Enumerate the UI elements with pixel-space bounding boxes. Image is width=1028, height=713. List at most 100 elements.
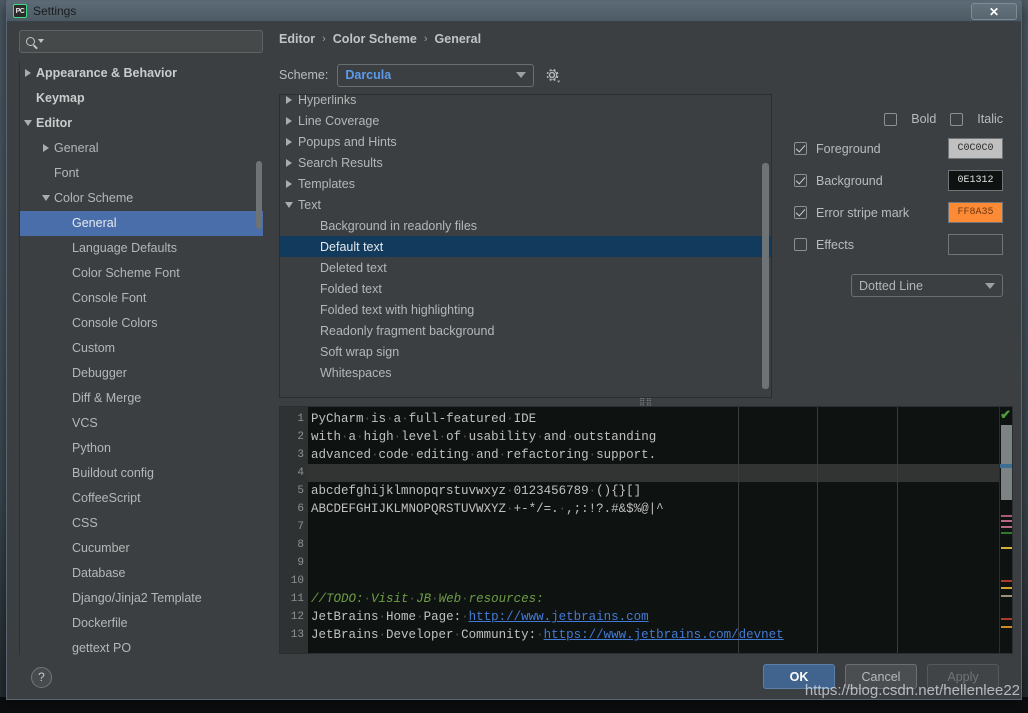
apply-button[interactable]: Apply — [927, 664, 999, 689]
attribute-item-soft-wrap-sign[interactable]: Soft wrap sign — [280, 341, 771, 362]
sidebar-item-gettext-po[interactable]: gettext PO — [20, 636, 263, 655]
sidebar-item-diff-merge[interactable]: Diff & Merge — [20, 386, 263, 411]
chevron-down-icon[interactable] — [280, 201, 298, 208]
whitespace-marker: · — [363, 592, 372, 606]
sidebar-item-editor[interactable]: Editor — [20, 111, 263, 136]
sidebar-item-general[interactable]: General — [20, 210, 263, 236]
sidebar-item-color-scheme[interactable]: Color Scheme — [20, 186, 263, 211]
attribute-item-background-in-readonly-files[interactable]: Background in readonly files — [280, 215, 771, 236]
attribute-item-label: Templates — [298, 176, 355, 191]
attribute-item-text[interactable]: Text — [280, 194, 771, 215]
code-hyperlink[interactable]: http://www.jetbrains.com — [469, 610, 649, 624]
sidebar-item-color-scheme-font[interactable]: Color Scheme Font — [20, 261, 263, 286]
chevron-right-icon[interactable] — [20, 69, 36, 78]
sidebar-item-console-colors[interactable]: Console Colors — [20, 311, 263, 336]
sidebar-item-cucumber[interactable]: Cucumber — [20, 536, 263, 561]
sidebar-item-dockerfile[interactable]: Dockerfile — [20, 611, 263, 636]
code-hyperlink[interactable]: https://www.jetbrains.com/devnet — [544, 628, 784, 642]
effects-checkbox[interactable] — [794, 238, 807, 251]
editor-scrollbar-thumb[interactable] — [1001, 425, 1012, 500]
sidebar-item-language-defaults[interactable]: Language Defaults — [20, 236, 263, 261]
attribute-item-templates[interactable]: Templates — [280, 173, 771, 194]
attributes-scrollbar-thumb[interactable] — [762, 163, 769, 389]
chevron-right-icon[interactable] — [280, 137, 298, 146]
breadcrumb-part-2[interactable]: General — [435, 32, 482, 46]
chevron-right-icon[interactable] — [280, 95, 298, 104]
scheme-select[interactable]: Darcula — [337, 63, 535, 87]
line-number: 2 — [297, 431, 304, 443]
bold-checkbox[interactable] — [884, 112, 898, 126]
breadcrumb-separator: › — [423, 33, 428, 45]
chevron-down-icon[interactable] — [38, 195, 54, 202]
sidebar-item-coffeescript[interactable]: CoffeeScript — [20, 486, 263, 511]
error-stripe-checkbox[interactable] — [794, 206, 807, 219]
sidebar-item-font[interactable]: Font — [20, 161, 263, 186]
effect-type-value: Dotted Line — [859, 278, 923, 293]
sidebar-item-database[interactable]: Database — [20, 561, 263, 586]
chevron-right-icon[interactable] — [280, 158, 298, 167]
error-stripe-marker[interactable] — [1001, 587, 1012, 589]
chevron-right-icon[interactable] — [280, 179, 298, 188]
sidebar-item-custom[interactable]: Custom — [20, 336, 263, 361]
sidebar-scrollbar-thumb[interactable] — [256, 160, 262, 229]
close-icon[interactable]: ✕ — [971, 3, 1017, 20]
error-stripe-marker[interactable] — [1001, 547, 1012, 549]
foreground-checkbox[interactable] — [794, 142, 807, 155]
color-attributes-tree[interactable]: Hyperlinks Line Coverage Popups and Hints S… — [279, 94, 772, 398]
background-checkbox[interactable] — [794, 174, 807, 187]
sidebar-item-buildout-config[interactable]: Buildout config — [20, 461, 263, 486]
chevron-down-icon[interactable] — [20, 120, 36, 127]
error-stripe-marker[interactable] — [1001, 618, 1012, 620]
help-button[interactable]: ? — [31, 666, 52, 688]
attribute-item-readonly-fragment-background[interactable]: Readonly fragment background — [280, 320, 771, 341]
preview-splitter[interactable]: ⣿⣿ — [279, 398, 1013, 406]
error-stripe-marker[interactable] — [1001, 532, 1012, 534]
attribute-item-folded-text[interactable]: Folded text — [280, 278, 771, 299]
error-stripe-marker[interactable] — [1001, 515, 1012, 517]
attribute-item-default-text[interactable]: Default text — [280, 236, 771, 257]
foreground-color-swatch[interactable]: C0C0C0 — [948, 138, 1003, 159]
effect-type-select[interactable]: Dotted Line — [851, 274, 1003, 297]
preview-code[interactable]: PyCharm·is·a·full-featured·IDE with·a·hig… — [308, 407, 999, 653]
attribute-item-search-results[interactable]: Search Results — [280, 152, 771, 173]
sidebar-item-django-jinja2-template[interactable]: Django/Jinja2 Template — [20, 586, 263, 611]
attribute-item-hyperlinks[interactable]: Hyperlinks — [280, 95, 771, 110]
error-stripe-marker[interactable] — [1001, 580, 1012, 582]
attribute-item-whitespaces[interactable]: Whitespaces — [280, 362, 771, 383]
attribute-item-folded-text-with-highlighting[interactable]: Folded text with highlighting — [280, 299, 771, 320]
error-stripe-color-swatch[interactable]: FF8A35 — [948, 202, 1003, 223]
chevron-right-icon[interactable] — [280, 116, 298, 125]
code-text: advanced — [311, 448, 372, 462]
error-stripe-marker[interactable] — [1001, 595, 1012, 597]
attribute-item-popups-and-hints[interactable]: Popups and Hints — [280, 131, 771, 152]
attribute-item-deleted-text[interactable]: Deleted text — [280, 257, 771, 278]
sidebar-item-vcs[interactable]: VCS — [20, 411, 263, 436]
error-stripe-marker[interactable] — [1001, 626, 1012, 628]
cancel-button[interactable]: Cancel — [845, 664, 917, 689]
error-stripe-panel[interactable]: ✔ — [999, 407, 1012, 653]
sidebar-item-python[interactable]: Python — [20, 436, 263, 461]
search-input[interactable] — [48, 33, 256, 50]
error-stripe-marker[interactable] — [1001, 526, 1012, 528]
effects-color-swatch[interactable] — [948, 234, 1003, 255]
sidebar-item-appearance-behavior[interactable]: Appearance & Behavior — [20, 61, 263, 86]
settings-tree[interactable]: Appearance & Behavior Keymap Editor General… — [19, 60, 263, 655]
sidebar-item-keymap[interactable]: Keymap — [20, 86, 263, 111]
sidebar-item-css[interactable]: CSS — [20, 511, 263, 536]
error-stripe-marker[interactable] — [1001, 520, 1012, 522]
scheme-preview-editor[interactable]: 1 2 3 4 5 6 7 8 9 10 11 12 13 PyCharm·is·a·full-feat… — [279, 406, 1013, 654]
search-box[interactable] — [19, 30, 263, 53]
chevron-right-icon[interactable] — [38, 144, 54, 153]
breadcrumb-part-0[interactable]: Editor — [279, 32, 315, 46]
italic-checkbox[interactable] — [950, 112, 964, 126]
sidebar-item-label: Buildout config — [72, 466, 155, 481]
background-color-swatch[interactable]: 0E1312 — [948, 170, 1003, 191]
ok-button[interactable]: OK — [763, 664, 835, 689]
breadcrumb-part-1[interactable]: Color Scheme — [333, 32, 417, 46]
gear-icon[interactable] — [543, 66, 561, 84]
code-text: (){}[] — [596, 484, 642, 498]
sidebar-item-debugger[interactable]: Debugger — [20, 361, 263, 386]
sidebar-item-general[interactable]: General — [20, 136, 263, 161]
sidebar-item-console-font[interactable]: Console Font — [20, 286, 263, 311]
attribute-item-line-coverage[interactable]: Line Coverage — [280, 110, 771, 131]
